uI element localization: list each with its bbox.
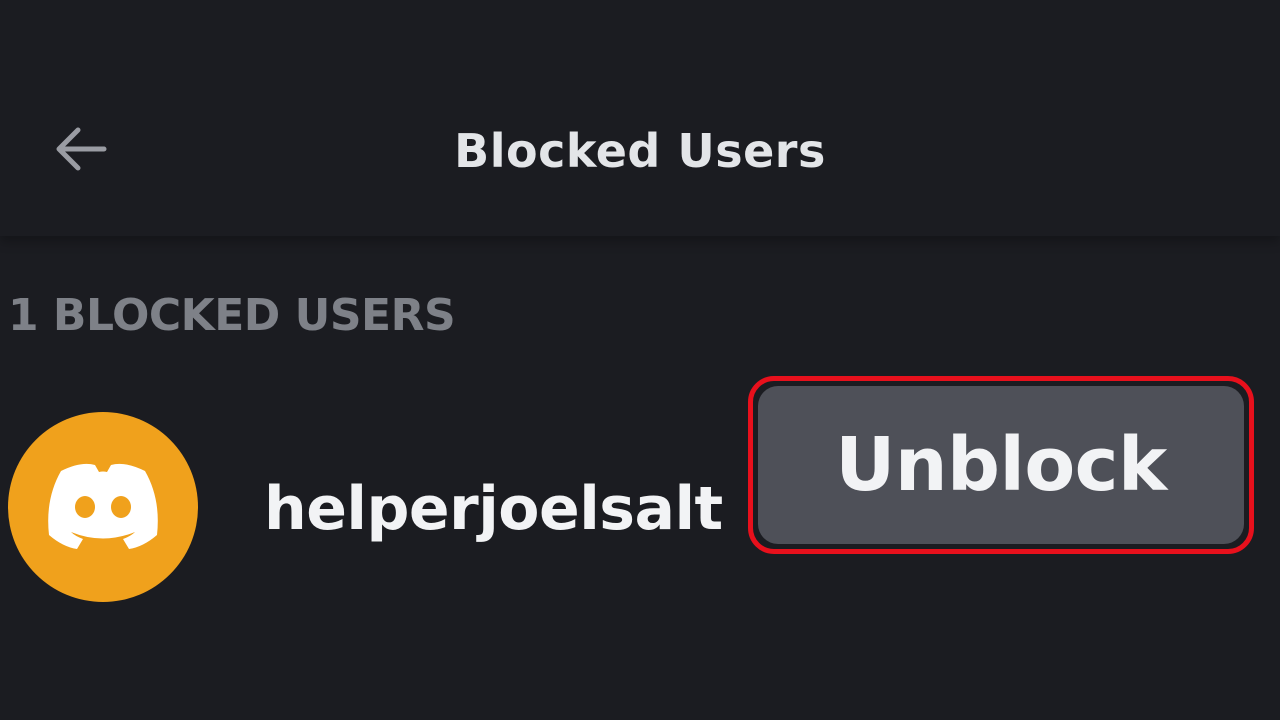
blocked-count-heading: 1 BLOCKED USERS	[8, 290, 456, 341]
blocked-users-screen: Blocked Users 1 BLOCKED USERS helperjoel…	[0, 0, 1280, 720]
header-bar: Blocked Users	[0, 0, 1280, 236]
blocked-user-row: helperjoelsalt Unblock	[0, 376, 1280, 620]
page-title: Blocked Users	[454, 124, 826, 178]
discord-logo-icon	[43, 459, 163, 555]
username: helperjoelsalt	[264, 474, 723, 544]
unblock-button[interactable]: Unblock	[748, 376, 1254, 554]
avatar[interactable]	[8, 412, 198, 602]
unblock-button-label: Unblock	[758, 386, 1244, 544]
